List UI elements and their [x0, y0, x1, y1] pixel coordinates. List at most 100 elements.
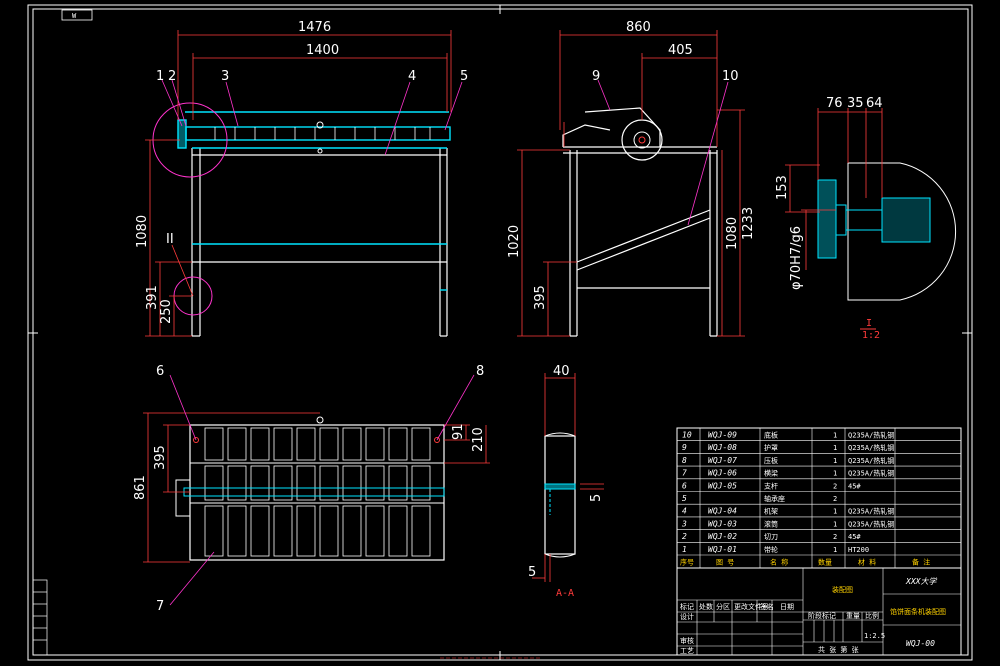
title-col-2: 分区: [716, 602, 730, 611]
balloon-7: 7: [156, 599, 164, 614]
parts-row-mat: 45#: [848, 533, 861, 541]
detail-dim-153: 153: [775, 175, 790, 200]
title-block: XXX大学 装配图 馅饼面条机装配图 WQJ-00 1:2.5 阶段标记 重量 …: [676, 567, 962, 656]
front-detail-mark: II: [166, 232, 174, 247]
parts-row-code: WQJ-06: [708, 469, 737, 478]
title-weight-label: 重量: [846, 612, 860, 620]
parts-row-name: 带轮: [764, 545, 778, 554]
parts-row-mat: Q235A/热轧钢: [848, 469, 894, 478]
parts-row-qty: 2: [833, 533, 837, 541]
section-view: 40 5 5 A-A: [528, 364, 604, 599]
parts-row-mat: Q235A/热轧钢: [848, 519, 894, 528]
parts-list: 10 WQJ-09 底板 1 Q235A/热轧钢 9 WQJ-08 护罩 1 Q235A/热轧钢 8…: [676, 427, 962, 569]
title-row-review: 审核: [680, 636, 694, 645]
section-dim-5b: 5: [528, 565, 536, 580]
parts-header-rem: 备 注: [912, 558, 930, 567]
section-dim-5a: 5: [589, 494, 604, 502]
title-ratio-label: 比例: [865, 611, 879, 620]
parts-row-name: 滚筒: [764, 519, 778, 528]
parts-row-code: WQJ-03: [708, 519, 737, 528]
top-view: 861 395 91 210 6 7 8: [133, 364, 490, 614]
top-dim-210: 210: [471, 427, 486, 452]
title-stage-label: 阶段标记: [808, 611, 836, 620]
detail-dim-35: 35: [847, 96, 864, 111]
balloon-8: 8: [476, 364, 484, 379]
parts-row-code: WQJ-04: [708, 507, 737, 516]
balloon-2: 2: [168, 69, 176, 84]
title-scale: 1:2.5: [864, 632, 885, 640]
side-dim-1020: 1020: [507, 225, 522, 258]
detail-fit: φ70H7/g6: [789, 226, 804, 290]
parts-row-name: 轴承座: [764, 494, 785, 503]
parts-row-no: 2: [682, 532, 687, 541]
top-dim-395: 395: [153, 445, 168, 470]
title-university: XXX大学: [905, 577, 937, 586]
balloon-6: 6: [156, 364, 164, 379]
parts-row-no: 9: [682, 443, 687, 452]
title-col-0: 标记: [680, 602, 694, 611]
front-dim-1400: 1400: [306, 43, 339, 58]
detail-label-roman: I: [866, 318, 872, 329]
parts-row-mat: HT200: [848, 546, 869, 554]
balloon-4: 4: [408, 69, 416, 84]
parts-row-qty: 1: [833, 457, 837, 465]
parts-row-name: 护罩: [764, 443, 778, 452]
balloon-10: 10: [722, 69, 739, 84]
parts-row-code: WQJ-07: [708, 456, 737, 465]
parts-row-name: 横梁: [764, 469, 778, 478]
parts-row-mat: 45#: [848, 482, 861, 490]
title-drawing-number: WQJ-00: [906, 639, 935, 648]
parts-row-no: 5: [682, 494, 687, 503]
title-col-5: 日期: [780, 603, 794, 611]
parts-row-qty: 2: [833, 495, 837, 503]
parts-row-name: 压板: [764, 456, 778, 465]
title-subtitle: 馅饼面条机装配图: [890, 607, 946, 616]
parts-header-code: 图 号: [716, 559, 734, 567]
balloon-3: 3: [221, 69, 229, 84]
parts-row-name: 机架: [764, 507, 778, 516]
parts-row-mat: Q235A/热轧钢: [848, 507, 894, 516]
side-dim-1233: 1233: [741, 207, 756, 240]
parts-header-name: 名 称: [770, 558, 788, 567]
top-dim-861: 861: [133, 475, 148, 500]
parts-row-no: 6: [682, 481, 687, 490]
title-col-4: 签名: [760, 602, 774, 611]
side-dim-1080: 1080: [725, 217, 740, 250]
detail-dim-76: 76: [826, 96, 843, 111]
balloon-9: 9: [592, 69, 600, 84]
title-row-process: 工艺: [680, 647, 694, 655]
sheet-tag-text: W: [72, 12, 77, 20]
section-label: A-A: [556, 588, 574, 599]
parts-row-no: 8: [682, 456, 687, 465]
parts-row-qty: 2: [833, 482, 837, 490]
parts-row-no: 1: [682, 545, 687, 554]
front-dim-1080: 1080: [135, 215, 150, 248]
parts-row-code: WQJ-02: [708, 532, 737, 541]
parts-row-qty: 1: [833, 432, 837, 440]
parts-row-mat: Q235A/热轧钢: [848, 456, 894, 465]
title-row-design: 设计: [680, 612, 694, 621]
parts-header-mat: 材 料: [858, 558, 876, 567]
side-view: 860 405 1020 395 1080 1233 9 10: [507, 20, 756, 337]
parts-row-name: 支杆: [764, 481, 778, 490]
stamp-column: [32, 579, 48, 656]
parts-row-no: 10: [682, 431, 692, 440]
balloon-1: 1: [156, 69, 164, 84]
parts-row-qty: 1: [833, 520, 837, 528]
parts-row-qty: 1: [833, 470, 837, 478]
top-dim-91: 91: [451, 423, 466, 440]
detail-label-scale: 1:2: [862, 330, 880, 341]
parts-header-qty: 数量: [818, 558, 832, 567]
front-dim-1476: 1476: [298, 20, 331, 35]
parts-row-name: 底板: [764, 431, 778, 440]
parts-header-no: 序号: [680, 558, 694, 567]
parts-row-name: 切刀: [764, 533, 778, 541]
title-col-1: 处数: [699, 602, 713, 611]
cad-drawing: W 1476 1400 1080 391 250 II 1 2 3 4 5 86…: [27, 4, 973, 661]
balloon-5: 5: [460, 69, 468, 84]
detail-view-I: 76 35 64 153 φ70H7/g6 I 1:2: [775, 96, 957, 341]
front-dim-250: 250: [159, 299, 174, 324]
parts-row-mat: Q235A/热轧钢: [848, 443, 894, 452]
side-dim-860: 860: [626, 20, 651, 35]
parts-row-qty: 1: [833, 444, 837, 452]
